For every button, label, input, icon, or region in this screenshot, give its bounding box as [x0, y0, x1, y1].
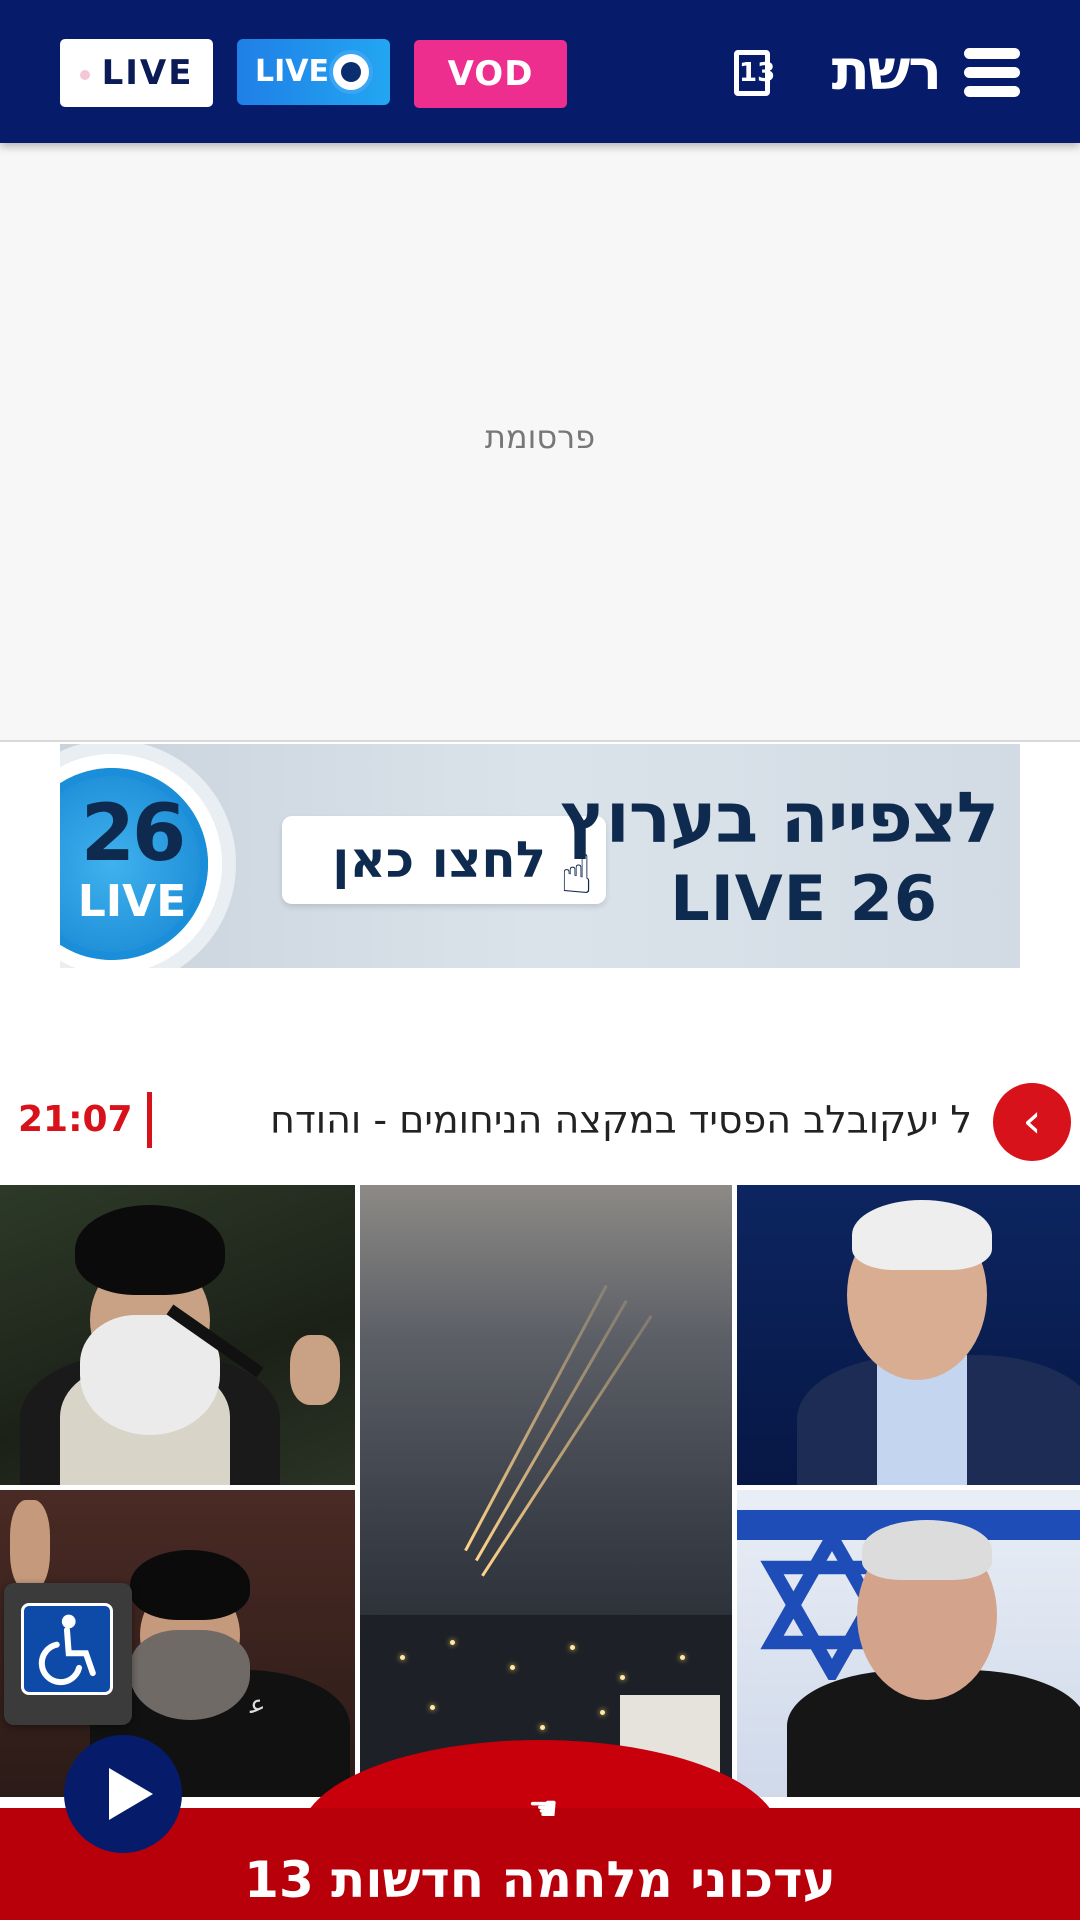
advertisement-label: פרסומת [484, 418, 596, 456]
vod-button[interactable]: VOD [414, 40, 567, 108]
ticker-time: 21:07 [18, 1099, 133, 1140]
logo-text: רשת [831, 38, 942, 103]
play-icon[interactable] [64, 1735, 182, 1853]
top-header: רשת 13 VOD LIVE LIVE [0, 0, 1080, 143]
news-ticker: ‹ ל יעקובלב הפסיד במקצה הניחומים - והודח… [0, 1082, 1080, 1162]
live-stream-button[interactable]: LIVE [237, 39, 390, 105]
war-updates-label[interactable]: עדכוני מלחמה חדשות 13 [0, 1848, 1080, 1912]
live-stream-label: LIVE [255, 54, 329, 89]
headline-image-collage[interactable]: ﻋ [0, 1185, 1080, 1797]
live-button[interactable]: LIVE [60, 39, 213, 107]
hamburger-menu-icon[interactable] [964, 45, 1020, 99]
badge-live-text: LIVE [77, 876, 187, 927]
live26-banner[interactable]: 26 LIVE לחצו כאן ☝ לצפייה בערוץ LIVE 26 [60, 744, 1020, 968]
chevron-left-icon[interactable]: ‹ [993, 1083, 1071, 1161]
banner-headline: לצפייה בערוץ [560, 777, 999, 859]
tap-hand-icon: ☚ [528, 1789, 559, 1829]
banner-subheadline: LIVE 26 [670, 862, 938, 935]
photo-missile-interceptions [360, 1185, 732, 1797]
badge-number: 26 [80, 789, 187, 879]
photo-biden [737, 1185, 1080, 1485]
banner-cta-button[interactable]: לחצו כאן [282, 816, 606, 904]
accessibility-button[interactable] [4, 1583, 132, 1725]
ticker-headline[interactable]: ל יעקובלב הפסיד במקצה הניחומים - והודח [176, 1088, 972, 1152]
wheelchair-icon [21, 1603, 113, 1695]
ticker-divider [147, 1092, 152, 1148]
live-button-label: LIVE [101, 53, 194, 93]
photo-khamenei [0, 1185, 355, 1485]
logo-number: 13 [734, 50, 775, 96]
live-dot-icon [79, 69, 90, 80]
eye-icon [329, 50, 373, 94]
photo-netanyahu [737, 1490, 1080, 1797]
advertisement-slot[interactable]: פרסומת [0, 143, 1080, 742]
banner-cta-label: לחצו כאן [332, 831, 546, 889]
